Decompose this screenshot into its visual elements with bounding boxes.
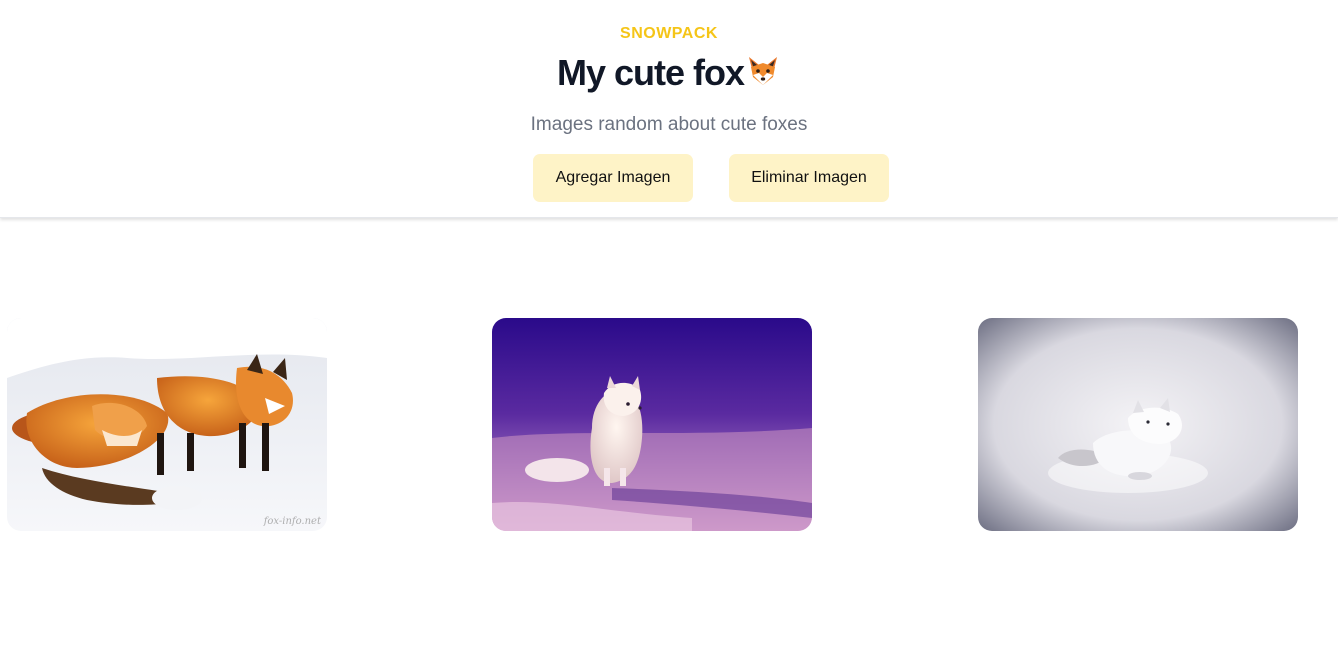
- brand-label: SNOWPACK: [620, 25, 718, 42]
- page-title: My cute fox: [0, 52, 1338, 94]
- remove-image-button[interactable]: Eliminar Imagen: [729, 154, 889, 202]
- fox-face-icon: [745, 53, 781, 89]
- arctic-fox-sitting-photo: [492, 318, 812, 531]
- image-watermark: fox-info.net: [263, 516, 321, 527]
- page-header: SNOWPACK My cute fox Images random about…: [0, 0, 1338, 218]
- fox-image-card: [492, 318, 812, 531]
- page-title-text: My cute fox: [556, 52, 745, 93]
- page-subtitle: Images random about cute foxes: [530, 114, 808, 135]
- fox-image-card: fox-info.net: [7, 318, 327, 531]
- fox-image-card: [978, 318, 1298, 531]
- add-image-button[interactable]: Agregar Imagen: [533, 154, 693, 202]
- red-foxes-photo: [7, 318, 327, 531]
- arctic-fox-lying-photo: [978, 318, 1298, 531]
